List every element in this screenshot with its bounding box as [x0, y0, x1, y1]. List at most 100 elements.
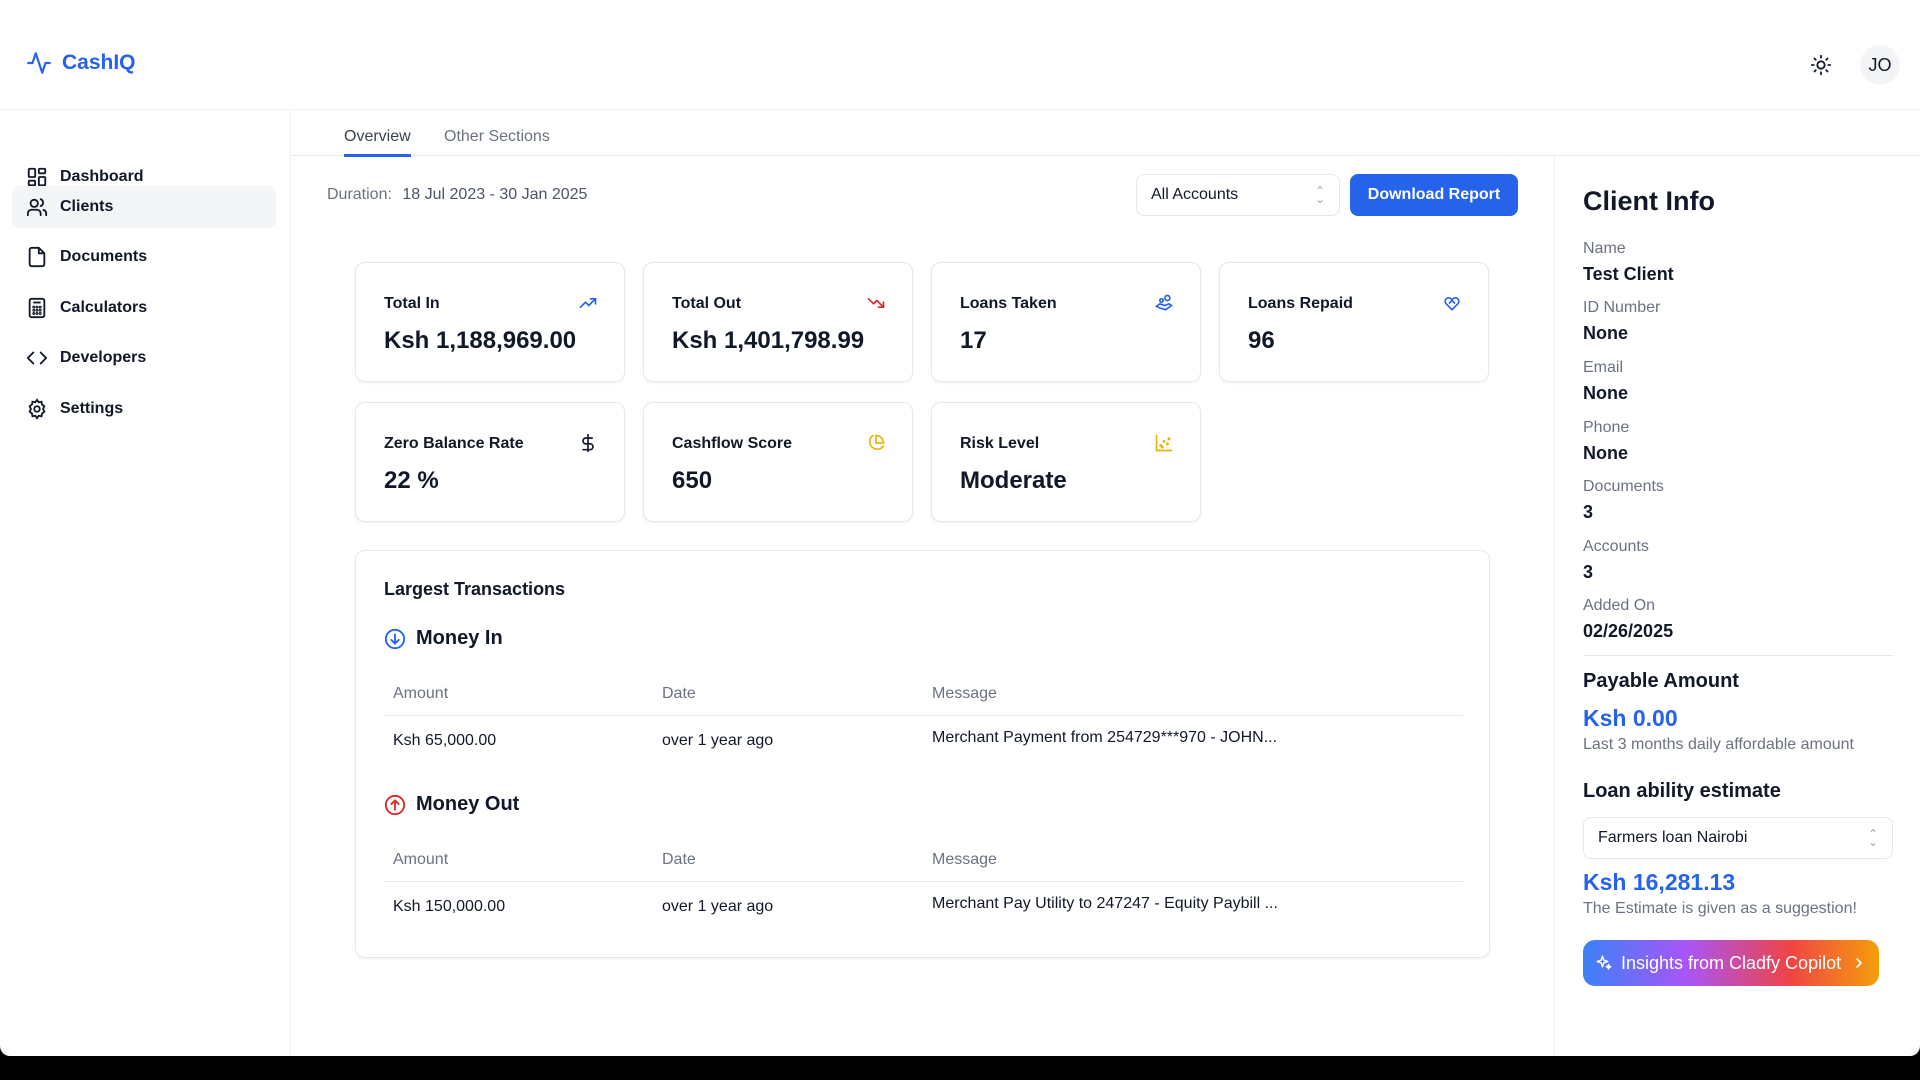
payable-amount-title: Payable Amount [1583, 670, 1739, 692]
handshake-icon [1444, 296, 1460, 311]
stat-label: Loans Taken [960, 295, 1057, 312]
arrow-up-circle-icon [384, 794, 406, 815]
section-tabs: Overview Other Sections [292, 110, 1920, 157]
stat-value: 22 % [384, 467, 439, 494]
stat-value: 17 [960, 327, 987, 354]
duration-range: Duration: 18 Jul 2023 - 30 Jan 2025 [327, 186, 587, 204]
pie-chart-icon [868, 434, 885, 451]
field-label-email: Email [1583, 359, 1624, 376]
scatter-chart-icon [1155, 434, 1173, 452]
calculator-icon [28, 297, 46, 319]
sidebar-item-clients[interactable]: Clients [12, 186, 276, 228]
account-select[interactable]: All Accounts ⌃ ⌄ [1136, 174, 1340, 216]
column-header-amount: Amount [393, 685, 449, 702]
field-label-id-number: ID Number [1583, 299, 1661, 316]
stat-value: Ksh 1,401,798.99 [672, 327, 865, 354]
loan-product-value: Farmers loan Nairobi [1598, 829, 1748, 846]
row-message: Merchant Pay Utility to 247247 - Equity … [932, 895, 1278, 912]
theme-toggle-button[interactable] [1806, 50, 1836, 80]
field-value-name: Test Client [1583, 264, 1674, 284]
field-value-accounts: 3 [1583, 562, 1594, 582]
account-select-value: All Accounts [1151, 186, 1239, 203]
tab-overview[interactable]: Overview [344, 128, 411, 157]
avatar[interactable]: JO [1860, 45, 1900, 85]
brand-name: CashIQ [62, 51, 136, 74]
field-value-id-number: None [1583, 323, 1628, 343]
loan-estimate-note: The Estimate is given as a suggestion! [1583, 900, 1857, 917]
stat-value: Moderate [960, 467, 1067, 494]
column-header-message: Message [932, 851, 997, 868]
column-header-message: Message [932, 685, 997, 702]
users-icon [26, 198, 48, 217]
sidebar-item-label: Settings [60, 400, 124, 417]
dashboard-icon [27, 167, 47, 187]
copilot-label: Insights from Cladfy Copilot [1621, 952, 1842, 973]
document-icon [28, 246, 46, 268]
stat-card-loans-repaid: Loans Repaid 96 [1219, 262, 1489, 382]
activity-icon [27, 52, 51, 74]
dollar-icon [582, 433, 594, 453]
row-message: Merchant Payment from 254729***970 - JOH… [932, 729, 1278, 746]
chevron-right-icon [1856, 958, 1862, 968]
stat-card-zero-balance-rate: Zero Balance Rate 22 % [355, 402, 625, 522]
gear-icon [28, 398, 46, 420]
sidebar-item-calculators[interactable]: Calculators [12, 287, 276, 329]
row-amount: Ksh 65,000.00 [393, 732, 497, 749]
stat-value: 96 [1248, 327, 1275, 354]
client-info-title: Client Info [1583, 186, 1715, 216]
money-in-label: Money In [416, 627, 503, 649]
divider [1583, 655, 1893, 656]
payable-amount-note: Last 3 months daily affordable amount [1583, 736, 1854, 753]
divider [384, 881, 1463, 882]
stat-card-total-out: Total Out Ksh 1,401,798.99 [643, 262, 913, 382]
field-label-name: Name [1583, 240, 1626, 257]
sidebar-item-label: Documents [60, 248, 148, 265]
money-in-heading: Money In [384, 627, 503, 650]
column-header-date: Date [662, 851, 696, 868]
stat-value: Ksh 1,188,969.00 [384, 327, 577, 354]
chevron-up-down-icon: ⌃ ⌄ [1314, 184, 1325, 206]
sidebar-item-label: Dashboard [60, 168, 144, 185]
field-label-accounts: Accounts [1583, 538, 1649, 555]
hand-coins-icon [1154, 294, 1173, 311]
money-out-label: Money Out [416, 793, 520, 815]
divider [384, 715, 1463, 716]
stat-label: Total In [384, 295, 440, 312]
tab-other-sections[interactable]: Other Sections [444, 128, 550, 154]
field-label-phone: Phone [1583, 419, 1630, 436]
stat-card-total-in: Total In Ksh 1,188,969.00 [355, 262, 625, 382]
stat-card-risk-level: Risk Level Moderate [931, 402, 1201, 522]
sparkles-icon [1596, 955, 1612, 970]
sidebar-item-label: Calculators [60, 299, 148, 316]
sidebar-item-developers[interactable]: Developers [12, 337, 276, 379]
brand-logo[interactable]: CashIQ [26, 50, 136, 76]
stat-label: Zero Balance Rate [384, 435, 524, 452]
panel-title: Largest Transactions [384, 579, 566, 599]
code-icon [26, 351, 48, 365]
download-report-button[interactable]: Download Report [1350, 174, 1518, 216]
sun-icon [1810, 54, 1832, 76]
client-info-panel: Client Info Name Test Client ID Number N… [1554, 156, 1920, 1056]
field-value-phone: None [1583, 443, 1628, 463]
duration-value: 18 Jul 2023 - 30 Jan 2025 [402, 186, 588, 203]
field-value-added-on: 02/26/2025 [1583, 621, 1674, 641]
stat-value: 650 [672, 467, 713, 494]
stat-label: Loans Repaid [1248, 295, 1353, 312]
stat-label: Total Out [672, 295, 742, 312]
column-header-amount: Amount [393, 851, 449, 868]
loan-product-select[interactable]: Farmers loan Nairobi ⌃ ⌄ [1583, 817, 1893, 859]
column-header-date: Date [662, 685, 696, 702]
top-header: CashIQ JO [0, 0, 1920, 110]
field-label-documents: Documents [1583, 478, 1664, 495]
sidebar-item-label: Clients [60, 198, 114, 215]
stat-label: Cashflow Score [672, 435, 793, 452]
trending-up-icon [579, 298, 597, 308]
copilot-insights-button[interactable]: Insights from Cladfy Copilot [1583, 940, 1879, 986]
loan-estimate-value: Ksh 16,281.13 [1583, 869, 1736, 895]
app-window: CashIQ JO Dashboard Clients Documents Ca… [0, 0, 1920, 1056]
field-value-email: None [1583, 383, 1628, 403]
row-date: over 1 year ago [662, 732, 774, 749]
field-label-added-on: Added On [1583, 597, 1656, 614]
sidebar-item-settings[interactable]: Settings [12, 388, 276, 430]
sidebar-item-documents[interactable]: Documents [12, 236, 276, 278]
